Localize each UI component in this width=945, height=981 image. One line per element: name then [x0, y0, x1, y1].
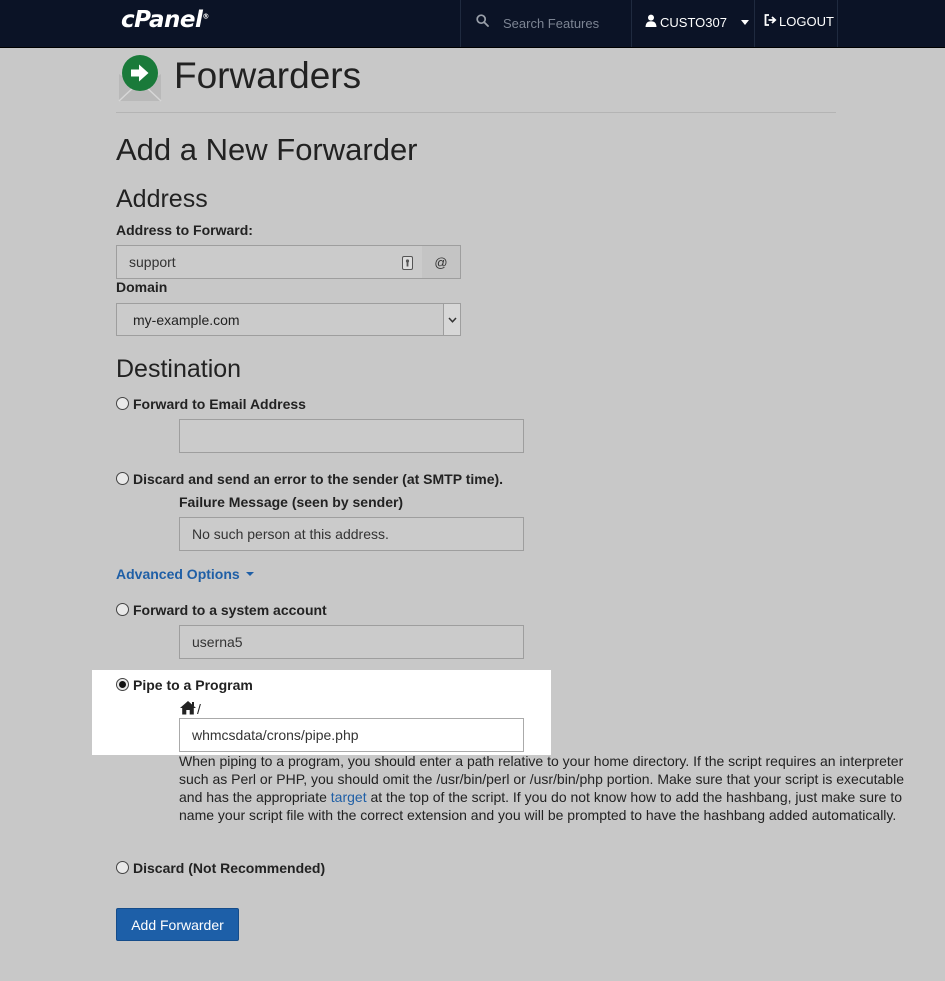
nav-divider	[754, 0, 755, 47]
home-icon	[179, 700, 197, 718]
system-account-radio[interactable]	[116, 603, 129, 616]
hashbang-target-link[interactable]: target	[331, 789, 367, 805]
page-title: Forwarders	[174, 55, 362, 96]
user-menu[interactable]: CUSTO307	[645, 14, 749, 30]
user-icon	[645, 14, 657, 30]
add-forwarder-button[interactable]: Add Forwarder	[116, 908, 239, 941]
address-section-title: Address	[116, 185, 208, 213]
logout-label: LOGOUT	[779, 14, 834, 29]
title-divider	[116, 112, 836, 113]
logout-icon	[764, 14, 777, 29]
pipe-program-input[interactable]: whmcsdata/crons/pipe.php	[179, 718, 524, 752]
failure-message-input[interactable]: No such person at this address.	[179, 517, 524, 551]
domain-label: Domain	[116, 279, 168, 295]
discard-error-radio[interactable]	[116, 472, 129, 485]
destination-section-title: Destination	[116, 355, 242, 383]
nav-divider	[837, 0, 838, 47]
autofill-key-icon[interactable]	[402, 256, 413, 273]
system-account-label[interactable]: Forward to a system account	[133, 602, 327, 618]
discard-label[interactable]: Discard (Not Recommended)	[133, 860, 325, 876]
nav-divider	[460, 0, 461, 47]
form-heading: Add a New Forwarder	[116, 132, 418, 167]
system-account-input[interactable]: userna5	[179, 625, 524, 659]
pipe-program-radio[interactable]	[116, 678, 129, 691]
search-features[interactable]	[476, 14, 625, 32]
domain-select[interactable]: my-example.com	[116, 303, 461, 336]
home-path-prefix: /	[179, 700, 201, 718]
username-label: CUSTO307	[660, 14, 727, 30]
forwarders-icon	[118, 54, 162, 102]
address-to-forward-input[interactable]: support	[116, 245, 423, 279]
search-icon	[476, 14, 489, 32]
chevron-down-icon	[245, 572, 254, 576]
address-to-forward-label: Address to Forward:	[116, 222, 253, 238]
advanced-options-toggle[interactable]: Advanced Options	[116, 566, 254, 582]
search-input[interactable]	[501, 14, 625, 32]
domain-selected-value: my-example.com	[133, 311, 240, 328]
discard-error-label[interactable]: Discard and send an error to the sender …	[133, 471, 503, 487]
forward-email-radio[interactable]	[116, 397, 129, 410]
cpanel-logo[interactable]: cPanel®	[121, 7, 209, 33]
forward-email-label[interactable]: Forward to Email Address	[133, 396, 306, 412]
failure-message-label: Failure Message (seen by sender)	[179, 494, 404, 510]
top-nav-bar: cPanel® CUSTO307 LOGOUT	[0, 0, 945, 48]
pipe-program-label[interactable]: Pipe to a Program	[133, 677, 253, 693]
at-symbol-addon: @	[422, 245, 461, 279]
logout-button[interactable]: LOGOUT	[764, 14, 834, 29]
forward-email-input[interactable]	[179, 419, 524, 453]
chevron-down-icon	[740, 19, 749, 25]
nav-divider	[631, 0, 632, 47]
discard-radio[interactable]	[116, 861, 129, 874]
chevron-down-icon[interactable]	[443, 304, 460, 335]
pipe-help-text: When piping to a program, you should ent…	[179, 753, 904, 823]
